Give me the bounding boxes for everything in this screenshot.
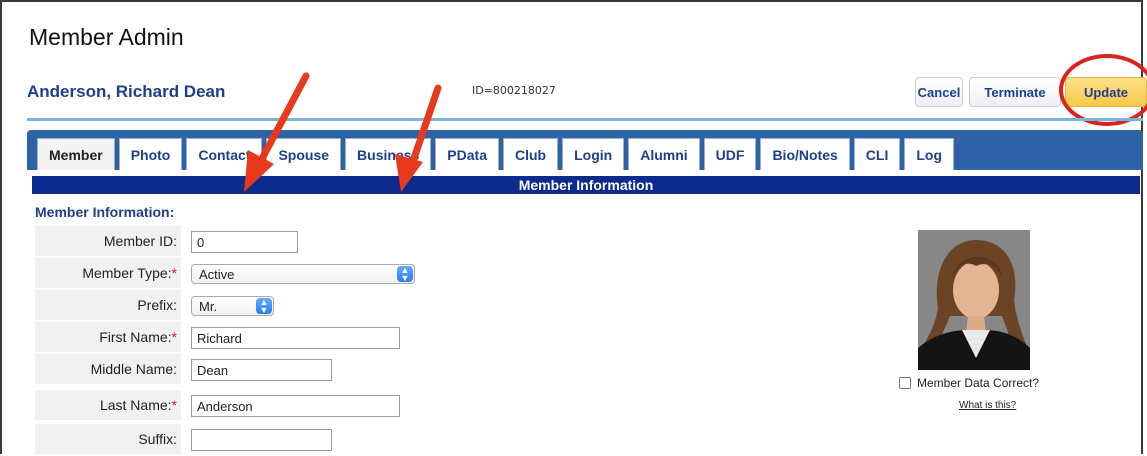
- tab-contact[interactable]: Contact: [186, 138, 263, 170]
- suffix-label: Suffix:: [35, 424, 181, 454]
- tab-bar: Member Photo Contact Spouse Business PDa…: [27, 130, 1143, 170]
- select-updown-icon: ▲ ▼: [256, 298, 272, 315]
- last-name-input[interactable]: [191, 395, 400, 417]
- prefix-value: Mr.: [199, 298, 218, 314]
- window-frame: Member Admin Anderson, Richard Dean ID=8…: [0, 0, 1147, 456]
- tab-photo[interactable]: Photo: [118, 138, 183, 170]
- tab-udf[interactable]: UDF: [703, 138, 757, 170]
- first-name-input[interactable]: [191, 327, 400, 349]
- member-id-input[interactable]: [191, 231, 298, 253]
- middle-name-row: Middle Name:: [35, 354, 1035, 386]
- header-divider: [27, 118, 1143, 121]
- tab-business[interactable]: Business: [345, 138, 432, 170]
- required-marker: *: [171, 397, 177, 413]
- middle-name-input[interactable]: [191, 359, 332, 381]
- last-name-row: Last Name:*: [35, 390, 1035, 422]
- tab-log[interactable]: Log: [904, 138, 954, 170]
- required-marker: *: [171, 265, 177, 281]
- member-data-correct-checkbox[interactable]: [899, 377, 911, 389]
- member-type-label: Member Type:*: [35, 258, 181, 288]
- tab-bio-notes[interactable]: Bio/Notes: [760, 138, 850, 170]
- tab-pdata[interactable]: PData: [435, 138, 499, 170]
- member-data-correct-label: Member Data Correct?: [917, 376, 1040, 390]
- first-name-row: First Name:*: [35, 322, 1035, 354]
- member-data-correct-row: Member Data Correct?: [899, 376, 1039, 390]
- member-photo: [918, 230, 1030, 370]
- prefix-row: Prefix: Mr. ▲ ▼: [35, 290, 1035, 322]
- member-id-label: Member ID:: [35, 226, 181, 256]
- member-type-select[interactable]: Active ▲ ▼: [191, 264, 415, 284]
- tab-club[interactable]: Club: [502, 138, 559, 170]
- middle-name-label: Middle Name:: [35, 354, 181, 384]
- prefix-label: Prefix:: [35, 290, 181, 320]
- member-type-row: Member Type:* Active ▲ ▼: [35, 258, 1035, 290]
- tab-cli[interactable]: CLI: [853, 138, 901, 170]
- required-marker: *: [171, 329, 177, 345]
- cancel-button[interactable]: Cancel: [915, 77, 963, 107]
- terminate-button[interactable]: Terminate: [969, 77, 1061, 107]
- section-title: Member Information:: [35, 204, 175, 220]
- member-type-value: Active: [199, 266, 235, 282]
- page-title: Member Admin: [29, 24, 184, 50]
- member-id-row: Member ID:: [35, 226, 1035, 258]
- suffix-input[interactable]: [191, 429, 332, 451]
- member-id-text: ID=800218027: [472, 84, 556, 97]
- select-updown-icon: ▲ ▼: [397, 266, 413, 283]
- member-information-bar: Member Information: [32, 176, 1140, 194]
- tab-alumni[interactable]: Alumni: [628, 138, 700, 170]
- last-name-label: Last Name:*: [35, 390, 181, 420]
- what-is-this-link[interactable]: What is this?: [959, 400, 1016, 411]
- tab-login[interactable]: Login: [562, 138, 625, 170]
- update-button[interactable]: Update: [1065, 77, 1147, 107]
- member-name: Anderson, Richard Dean: [27, 82, 226, 101]
- tab-list: Member Photo Contact Spouse Business PDa…: [37, 138, 954, 170]
- prefix-select[interactable]: Mr. ▲ ▼: [191, 296, 274, 316]
- tab-member[interactable]: Member: [37, 138, 115, 170]
- tab-spouse[interactable]: Spouse: [266, 138, 342, 170]
- suffix-row: Suffix:: [35, 424, 1035, 456]
- first-name-label: First Name:*: [35, 322, 181, 352]
